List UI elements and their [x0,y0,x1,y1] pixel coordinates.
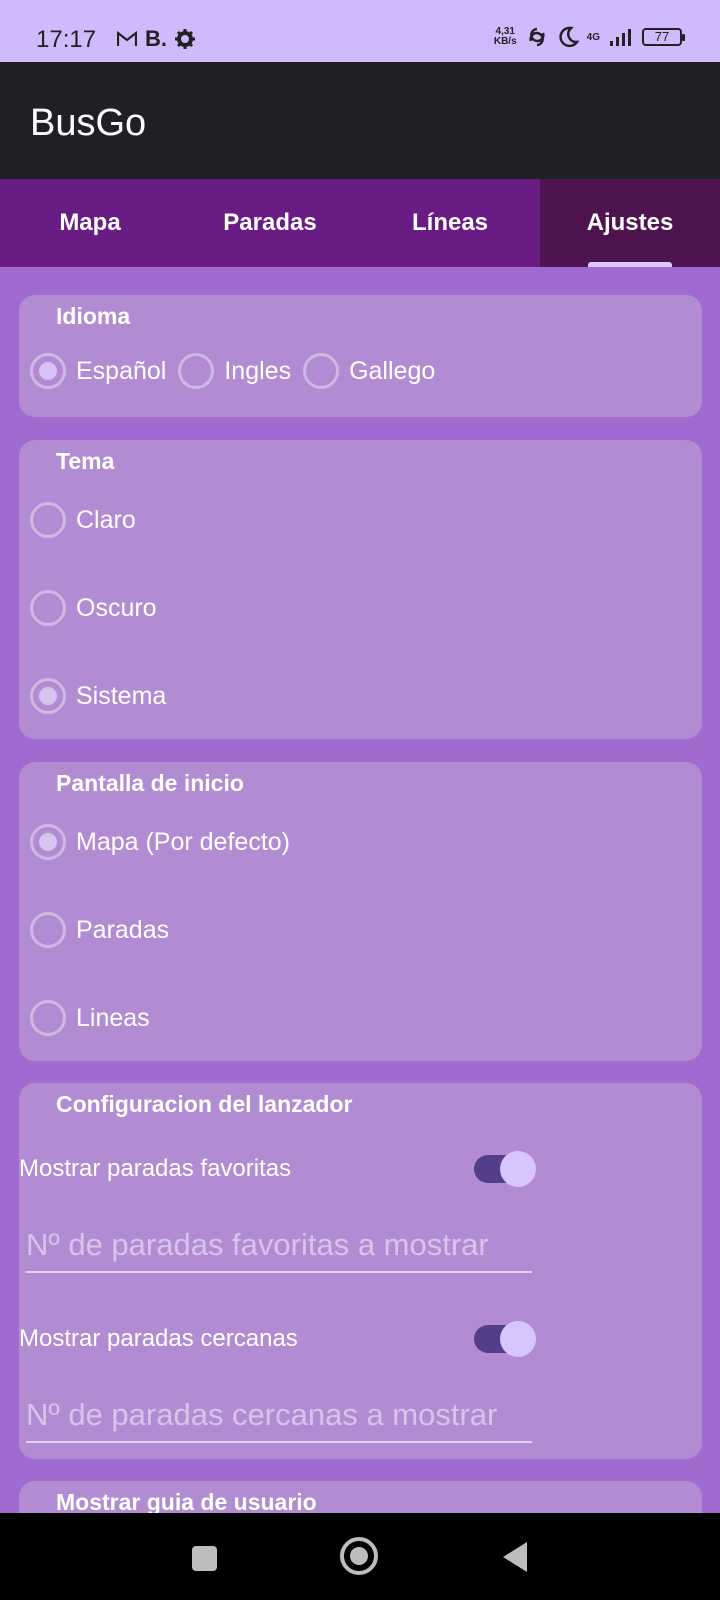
theme-option-claro[interactable]: Claro [30,502,136,538]
notification-icons: B. [117,26,195,52]
home-circle-icon[interactable] [340,1537,378,1575]
theme-option-sistema[interactable]: Sistema [30,678,166,714]
language-option-ingles[interactable]: Ingles [178,353,291,389]
show-favorites-row: Mostrar paradas favoritas [19,1149,702,1187]
radio-button[interactable] [178,353,215,389]
moon-icon [559,26,579,48]
radio-button[interactable] [30,912,66,948]
back-triangle-icon[interactable] [503,1542,527,1572]
battery-icon: 77 [642,28,685,46]
start-option-mapa[interactable]: Mapa (Por defecto) [30,824,290,860]
system-nav-bar [0,1513,720,1600]
gmail-icon [117,31,137,46]
show-nearby-row: Mostrar paradas cercanas [19,1319,702,1357]
language-title: Idioma [56,303,131,329]
hotspot-icon [529,27,545,47]
theme-card: Tema Claro Oscuro Sistema [19,440,702,739]
language-radio-group: Español Ingles Gallego [30,353,435,389]
app-bar: BusGo [0,62,720,179]
show-favorites-label: Mostrar paradas favoritas [19,1155,292,1182]
radio-button[interactable] [30,678,66,714]
tab-lineas[interactable]: Líneas [360,179,540,267]
b-app-icon: B. [145,26,167,51]
radio-button[interactable] [30,353,66,389]
show-favorites-toggle[interactable] [474,1151,536,1187]
recents-square-icon[interactable] [192,1546,217,1571]
gear-icon [175,29,195,49]
tab-mapa[interactable]: Mapa [0,179,180,267]
tab-bar: Mapa Paradas Líneas Ajustes [0,179,720,267]
theme-option-oscuro[interactable]: Oscuro [30,590,157,626]
tab-paradas[interactable]: Paradas [180,179,360,267]
radio-button[interactable] [30,590,66,626]
language-option-gallego[interactable]: Gallego [303,353,435,389]
toggle-knob [500,1321,536,1357]
signal-icon [610,29,631,46]
show-nearby-label: Mostrar paradas cercanas [19,1325,298,1352]
toggle-knob [500,1151,536,1187]
user-guide-title: Mostrar guia de usuario [56,1489,317,1515]
start-screen-title: Pantalla de inicio [56,770,244,796]
status-time: 17:17 [36,26,97,53]
radio-button[interactable] [30,502,66,538]
start-option-lineas[interactable]: Lineas [30,1000,150,1036]
nearby-count-field[interactable]: Nº de paradas cercanas a mostrar [26,1393,532,1443]
launcher-title: Configuracion del lanzador [56,1091,353,1117]
network-type: 4G [586,31,600,43]
language-option-espanol[interactable]: Español [30,353,166,389]
start-option-paradas[interactable]: Paradas [30,912,169,948]
favorites-count-field[interactable]: Nº de paradas favoritas a mostrar [26,1223,532,1273]
tab-ajustes[interactable]: Ajustes [540,179,720,267]
launcher-card: Configuracion del lanzador Mostrar parad… [19,1083,702,1459]
radio-button[interactable] [303,353,340,389]
theme-title: Tema [56,448,115,474]
net-speed: 4,31 KB/s [493,26,517,47]
language-card: Idioma Español Ingles Gallego [19,295,702,417]
radio-button[interactable] [30,1000,66,1036]
radio-button[interactable] [30,824,66,860]
show-nearby-toggle[interactable] [474,1321,536,1357]
status-bar: 17:17 B. 4,31 KB/s 4G 77 [0,0,720,62]
status-right-icons: 4,31 KB/s 4G 77 [493,26,685,48]
app-title: BusGo [30,102,147,144]
start-screen-card: Pantalla de inicio Mapa (Por defecto) Pa… [19,762,702,1061]
